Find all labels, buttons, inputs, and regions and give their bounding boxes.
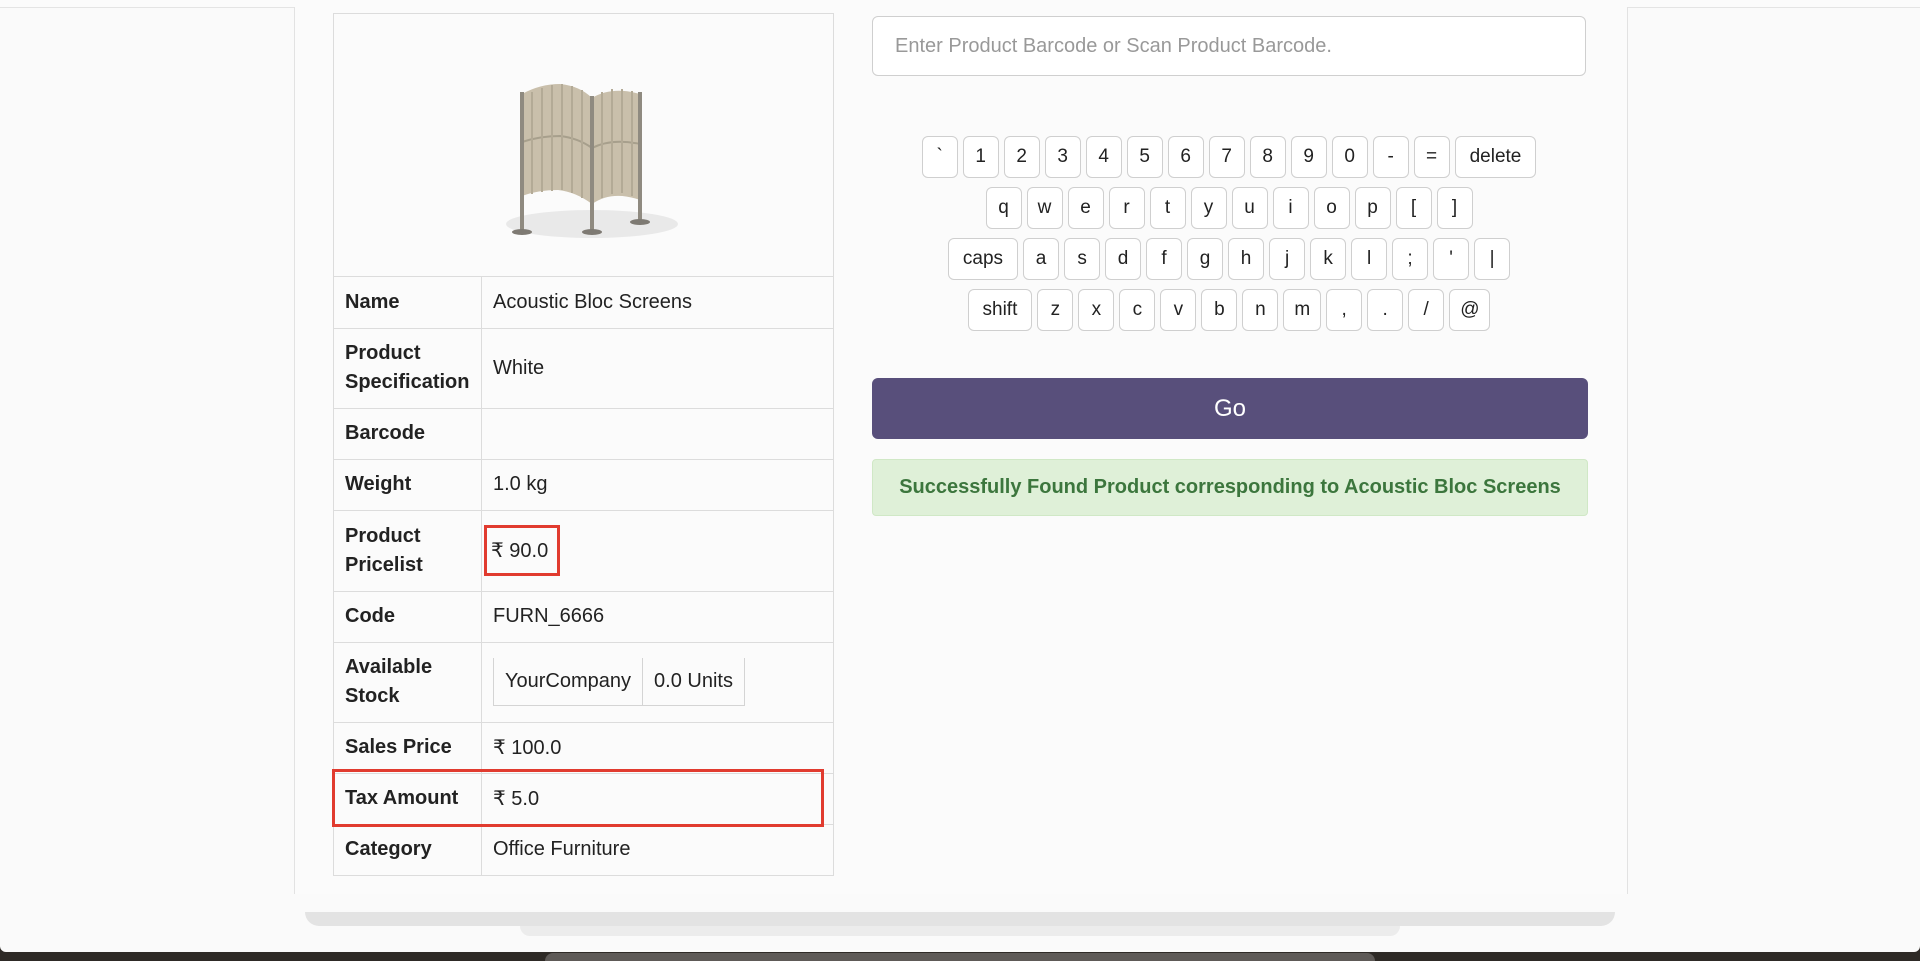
key-equals[interactable]: = bbox=[1413, 136, 1450, 178]
product-details-panel: Name Acoustic Bloc Screens Product Speci… bbox=[333, 13, 834, 876]
success-alert: Successfully Found Product corresponding… bbox=[872, 459, 1588, 516]
sales-price-value: ₹ 100.0 bbox=[481, 721, 833, 773]
window-bottom-edge bbox=[0, 946, 1920, 952]
barcode-value bbox=[481, 407, 833, 459]
key-x[interactable]: x bbox=[1078, 289, 1115, 331]
sales-price-label: Sales Price bbox=[334, 721, 482, 773]
category-label: Category bbox=[334, 823, 482, 875]
key-o[interactable]: o bbox=[1313, 187, 1350, 229]
row-barcode: Barcode bbox=[334, 407, 833, 459]
product-image bbox=[506, 84, 678, 238]
pricelist-label: Product Pricelist bbox=[334, 509, 482, 591]
key-z[interactable]: z bbox=[1037, 289, 1074, 331]
key-4[interactable]: 4 bbox=[1085, 136, 1122, 178]
barcode-label: Barcode bbox=[334, 407, 482, 459]
key-s[interactable]: s bbox=[1064, 238, 1101, 280]
product-image-cell bbox=[334, 14, 833, 277]
key-m[interactable]: m bbox=[1283, 289, 1322, 331]
weight-value: 1.0 kg bbox=[481, 458, 833, 510]
key-t[interactable]: t bbox=[1149, 187, 1186, 229]
row-pricelist: Product Pricelist ₹ 90.0 bbox=[334, 509, 833, 591]
row-name: Name Acoustic Bloc Screens bbox=[334, 277, 833, 328]
row-weight: Weight 1.0 kg bbox=[334, 458, 833, 510]
row-specification: Product Specification White bbox=[334, 327, 833, 408]
key-8[interactable]: 8 bbox=[1249, 136, 1286, 178]
key-b[interactable]: b bbox=[1201, 289, 1238, 331]
key-shift[interactable]: shift bbox=[967, 289, 1033, 331]
key-r[interactable]: r bbox=[1108, 187, 1145, 229]
pricelist-value: ₹ 90.0 bbox=[484, 525, 561, 576]
key-2[interactable]: 2 bbox=[1003, 136, 1040, 178]
key-5[interactable]: 5 bbox=[1126, 136, 1163, 178]
key-l[interactable]: l bbox=[1351, 238, 1388, 280]
tax-amount-value: ₹ 5.0 bbox=[481, 772, 833, 824]
key-7[interactable]: 7 bbox=[1208, 136, 1245, 178]
code-label: Code bbox=[334, 590, 482, 642]
key-quote[interactable]: ' bbox=[1433, 238, 1470, 280]
product-info-table: Name Acoustic Bloc Screens Product Speci… bbox=[334, 277, 833, 875]
tax-amount-label: Tax Amount bbox=[334, 772, 482, 824]
virtual-keyboard: ` 1 2 3 4 5 6 7 8 9 0- = delete q w e r t y u i o p[] caps a s d… bbox=[872, 136, 1586, 340]
stock-units: 0.0 Units bbox=[642, 658, 745, 706]
key-3[interactable]: 3 bbox=[1044, 136, 1081, 178]
key-at[interactable]: @ bbox=[1449, 289, 1491, 331]
row-sales-price: Sales Price ₹ 100.0 bbox=[334, 721, 833, 773]
key-a[interactable]: a bbox=[1023, 238, 1060, 280]
name-value: Acoustic Bloc Screens bbox=[493, 290, 692, 313]
row-code: Code FURN_6666 bbox=[334, 590, 833, 642]
key-0[interactable]: 0 bbox=[1331, 136, 1368, 178]
sheet-shadow-lower bbox=[520, 926, 1400, 936]
keyboard-row-1: ` 1 2 3 4 5 6 7 8 9 0- = delete bbox=[872, 136, 1586, 178]
keyboard-row-3: caps a s d f g h j k l; ' | bbox=[872, 238, 1586, 280]
key-u[interactable]: u bbox=[1231, 187, 1268, 229]
key-c[interactable]: c bbox=[1119, 289, 1156, 331]
key-p[interactable]: p bbox=[1354, 187, 1391, 229]
keyboard-row-2: q w e r t y u i o p[] bbox=[872, 187, 1586, 229]
row-category: Category Office Furniture bbox=[334, 823, 833, 875]
key-6[interactable]: 6 bbox=[1167, 136, 1204, 178]
row-tax-amount: Tax Amount ₹ 5.0 bbox=[334, 772, 833, 824]
key-minus[interactable]: - bbox=[1372, 136, 1409, 178]
keyboard-row-4: shift z x c v b n m,. / @ bbox=[872, 289, 1586, 331]
go-button[interactable]: Go bbox=[872, 378, 1588, 439]
key-semicolon[interactable]: ; bbox=[1392, 238, 1429, 280]
key-y[interactable]: y bbox=[1190, 187, 1227, 229]
stock-table: YourCompany 0.0 Units bbox=[492, 658, 745, 706]
key-delete[interactable]: delete bbox=[1454, 136, 1537, 178]
specification-label: Product Specification bbox=[334, 327, 482, 408]
specification-value: White bbox=[481, 327, 833, 408]
key-j[interactable]: j bbox=[1269, 238, 1306, 280]
key-n[interactable]: n bbox=[1242, 289, 1279, 331]
key-q[interactable]: q bbox=[985, 187, 1022, 229]
key-k[interactable]: k bbox=[1310, 238, 1347, 280]
key-caps[interactable]: caps bbox=[947, 238, 1019, 280]
dock-thumb bbox=[545, 953, 1375, 961]
key-comma[interactable]: , bbox=[1326, 289, 1363, 331]
key-e[interactable]: e bbox=[1067, 187, 1104, 229]
key-backtick[interactable]: ` bbox=[921, 136, 958, 178]
barcode-search-input[interactable] bbox=[872, 16, 1586, 76]
key-w[interactable]: w bbox=[1026, 187, 1063, 229]
key-left-bracket[interactable]: [ bbox=[1395, 187, 1432, 229]
sheet-shadow bbox=[305, 912, 1615, 926]
weight-label: Weight bbox=[334, 458, 482, 510]
category-value: Office Furniture bbox=[481, 823, 833, 875]
available-stock-label: Available Stock bbox=[334, 641, 482, 722]
stock-company: YourCompany bbox=[492, 658, 644, 706]
key-slash[interactable]: / bbox=[1408, 289, 1445, 331]
key-h[interactable]: h bbox=[1228, 238, 1265, 280]
row-available-stock: Available Stock YourCompany 0.0 Units bbox=[334, 641, 833, 722]
key-i[interactable]: i bbox=[1272, 187, 1309, 229]
key-v[interactable]: v bbox=[1160, 289, 1197, 331]
key-right-bracket[interactable]: ] bbox=[1436, 187, 1473, 229]
key-pipe[interactable]: | bbox=[1474, 238, 1511, 280]
key-9[interactable]: 9 bbox=[1290, 136, 1327, 178]
key-d[interactable]: d bbox=[1105, 238, 1142, 280]
key-period[interactable]: . bbox=[1367, 289, 1404, 331]
key-f[interactable]: f bbox=[1146, 238, 1183, 280]
name-label: Name bbox=[334, 277, 482, 328]
key-1[interactable]: 1 bbox=[962, 136, 999, 178]
code-value: FURN_6666 bbox=[481, 590, 833, 642]
key-g[interactable]: g bbox=[1187, 238, 1224, 280]
